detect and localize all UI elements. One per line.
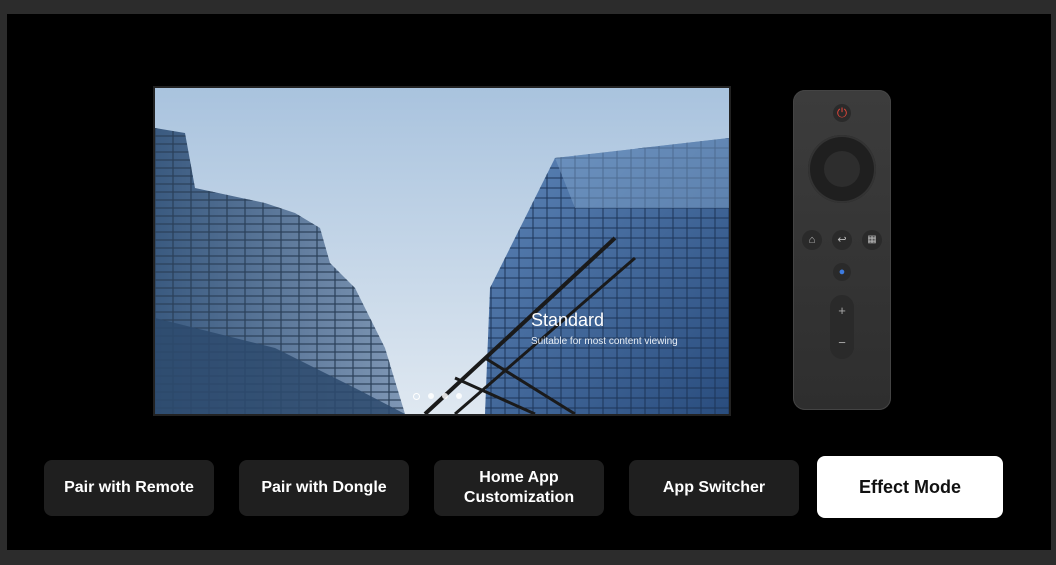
menu-icon: ▦ <box>862 230 882 250</box>
tab-effect-mode[interactable]: Effect Mode <box>817 456 1003 518</box>
screen: Standard Suitable for most content viewi… <box>7 14 1051 550</box>
carousel-dot[interactable] <box>442 393 448 399</box>
tab-app-switcher[interactable]: App Switcher <box>629 460 799 516</box>
tv-preview: Standard Suitable for most content viewi… <box>153 86 731 416</box>
tab-home-app-customization[interactable]: Home App Customization <box>434 460 604 516</box>
carousel-dot[interactable] <box>456 393 462 399</box>
microphone-icon: ● <box>833 263 851 281</box>
preview-image <box>155 88 729 414</box>
back-icon: ↩ <box>832 230 852 250</box>
mode-subtitle: Suitable for most content viewing <box>531 336 678 347</box>
volume-down-icon: − <box>838 335 846 350</box>
carousel-dot[interactable] <box>413 393 420 400</box>
mode-title: Standard <box>531 310 605 330</box>
carousel-dot[interactable] <box>428 393 434 399</box>
home-icon: ⌂ <box>802 230 822 250</box>
power-icon: ⏻ <box>833 104 851 122</box>
remote-illustration: ⏻ ⌂ ↩ ▦ ● + − <box>793 90 891 410</box>
volume-rocker: + − <box>830 295 854 359</box>
dpad-center-button <box>824 151 860 187</box>
tab-pair-with-dongle[interactable]: Pair with Dongle <box>239 460 409 516</box>
carousel-dots <box>413 393 462 400</box>
volume-up-icon: + <box>838 303 846 318</box>
tab-pair-with-remote[interactable]: Pair with Remote <box>44 460 214 516</box>
